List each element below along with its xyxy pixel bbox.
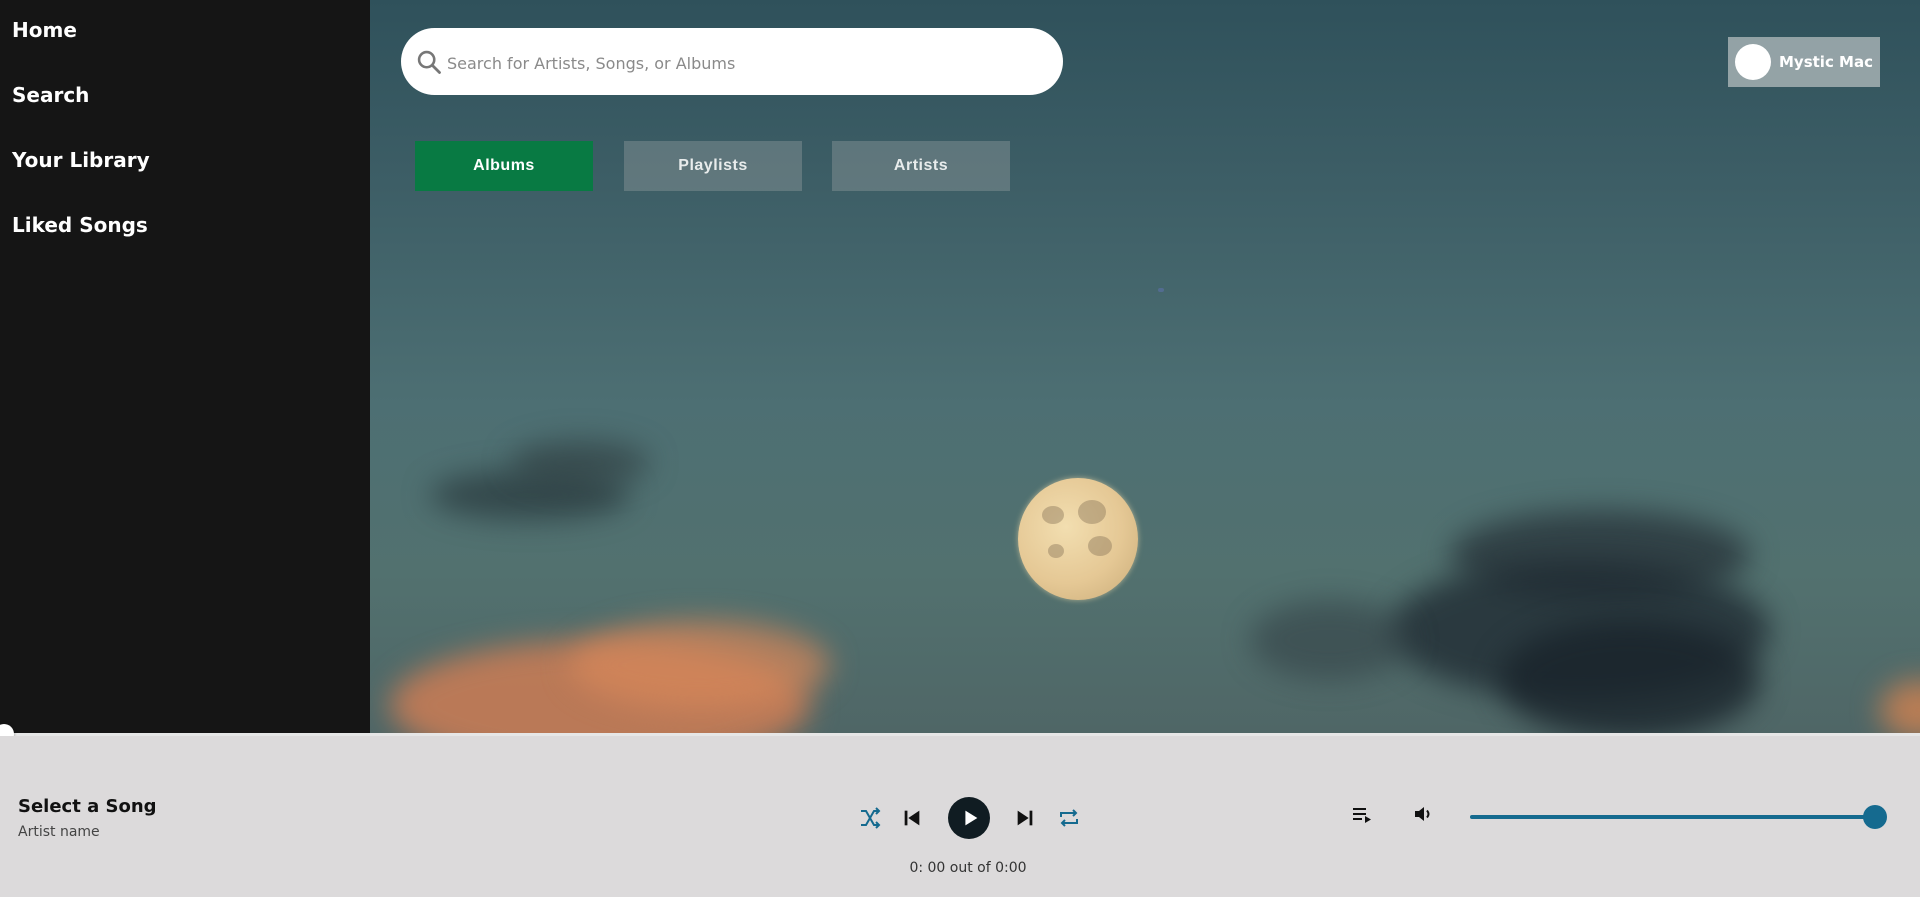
avatar <box>1735 44 1771 80</box>
song-artist: Artist name <box>18 824 100 840</box>
volume-slider[interactable] <box>1470 815 1875 819</box>
tab-artists[interactable]: Artists <box>832 141 1010 191</box>
search-bar[interactable] <box>401 28 1063 95</box>
sidebar-item-liked-songs[interactable]: Liked Songs <box>12 213 148 237</box>
sidebar-item-search[interactable]: Search <box>12 83 89 107</box>
volume-icon[interactable] <box>1411 802 1435 826</box>
repeat-icon[interactable] <box>1057 806 1081 830</box>
main-content: Albums Playlists Artists Mystic Mac <box>370 0 1920 735</box>
moon-image <box>1018 478 1138 600</box>
queue-icon[interactable] <box>1350 803 1374 827</box>
user-menu[interactable]: Mystic Mac <box>1728 37 1880 87</box>
search-input[interactable] <box>445 42 1039 84</box>
search-icon <box>417 50 441 74</box>
sidebar-item-home[interactable]: Home <box>12 18 77 42</box>
background-image <box>370 0 1920 735</box>
sidebar: Home Search Your Library Liked Songs <box>0 0 370 735</box>
user-name: Mystic Mac <box>1779 53 1873 71</box>
next-icon[interactable] <box>1014 807 1036 829</box>
sidebar-item-your-library[interactable]: Your Library <box>12 148 150 172</box>
play-button[interactable] <box>948 797 990 839</box>
playback-time: 0: 00 out of 0:00 <box>909 860 1027 876</box>
play-icon <box>965 810 978 826</box>
player-bar: Select a Song Artist name 0: 00 out of 0… <box>0 736 1920 897</box>
previous-icon[interactable] <box>901 807 923 829</box>
tab-playlists[interactable]: Playlists <box>624 141 802 191</box>
volume-handle[interactable] <box>1863 805 1887 829</box>
tab-albums[interactable]: Albums <box>415 141 593 191</box>
shuffle-icon[interactable] <box>858 806 882 830</box>
song-title: Select a Song <box>18 796 157 817</box>
